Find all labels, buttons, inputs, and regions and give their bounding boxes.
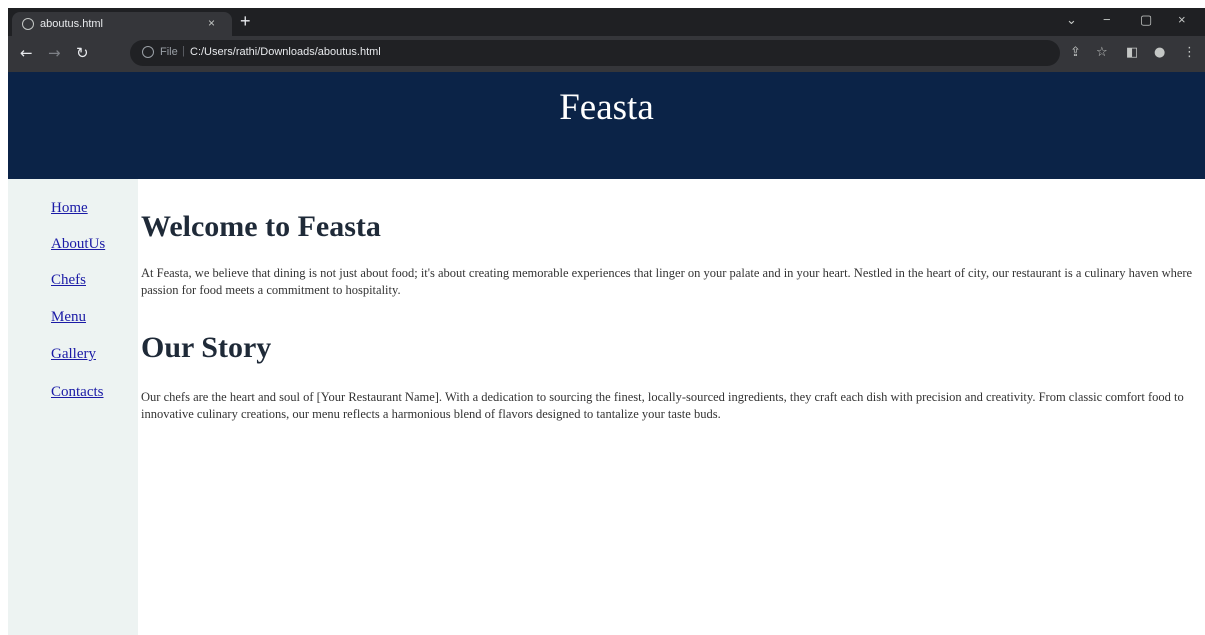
main-content: Welcome to Feasta At Feasta, we believe … <box>138 179 1205 635</box>
menu-icon[interactable]: ⋮ <box>1183 45 1196 60</box>
profile-icon[interactable]: ● <box>1154 45 1165 60</box>
reload-button[interactable]: ↻ <box>76 44 89 62</box>
maximize-button[interactable]: ▢ <box>1140 12 1152 28</box>
sidebar-item-gallery: Gallery <box>51 346 96 363</box>
nav-link-home[interactable]: Home <box>51 200 88 216</box>
url-separator: | <box>182 45 185 57</box>
address-bar[interactable]: File | C:/Users/rathi/Downloads/aboutus.… <box>130 40 1060 66</box>
sidebar-nav: Home AboutUs Chefs Menu Gallery Contacts <box>8 179 138 635</box>
sidebar-item-menu: Menu <box>51 309 86 326</box>
site-title: Feasta <box>559 87 654 128</box>
url-text[interactable]: C:/Users/rathi/Downloads/aboutus.html <box>190 46 381 58</box>
welcome-paragraph: At Feasta, we believe that dining is not… <box>141 266 1193 297</box>
forward-button[interactable]: → <box>48 44 61 62</box>
tab-title: aboutus.html <box>40 18 103 30</box>
story-heading: Our Story <box>141 331 272 364</box>
nav-link-chefs[interactable]: Chefs <box>51 272 86 288</box>
browser-toolbar: ← → ↻ File | C:/Users/rathi/Downloads/ab… <box>8 36 1205 72</box>
side-panel-icon[interactable]: ◧ <box>1126 45 1138 60</box>
sidebar-item-aboutus: AboutUs <box>51 236 105 253</box>
tab-strip: aboutus.html × + ⌄ − ▢ × <box>8 8 1205 36</box>
nav-link-menu[interactable]: Menu <box>51 309 86 325</box>
story-paragraph: Our chefs are the heart and soul of [You… <box>141 390 1184 421</box>
browser-tab[interactable]: aboutus.html × <box>12 12 232 36</box>
globe-icon <box>22 18 34 30</box>
welcome-heading: Welcome to Feasta <box>141 210 381 243</box>
sidebar-item-home: Home <box>51 200 88 217</box>
back-button[interactable]: ← <box>20 44 33 62</box>
nav-link-gallery[interactable]: Gallery <box>51 346 96 362</box>
new-tab-button[interactable]: + <box>240 11 251 32</box>
site-header: Feasta <box>8 72 1205 179</box>
sidebar-item-contacts: Contacts <box>51 384 104 401</box>
sidebar-item-chefs: Chefs <box>51 272 86 289</box>
minimize-button[interactable]: − <box>1103 12 1111 27</box>
nav-link-aboutus[interactable]: AboutUs <box>51 236 105 252</box>
close-tab-icon[interactable]: × <box>208 16 215 30</box>
nav-link-contacts[interactable]: Contacts <box>51 384 104 400</box>
share-icon[interactable]: ⇪ <box>1070 45 1081 60</box>
url-scheme: File <box>160 46 178 58</box>
close-window-button[interactable]: × <box>1178 12 1186 27</box>
site-info-icon[interactable] <box>142 46 154 58</box>
browser-window: aboutus.html × + ⌄ − ▢ × ← → ↻ File | C:… <box>8 8 1205 635</box>
tab-search-chevron-icon[interactable]: ⌄ <box>1066 12 1077 28</box>
star-icon[interactable]: ☆ <box>1096 45 1108 60</box>
